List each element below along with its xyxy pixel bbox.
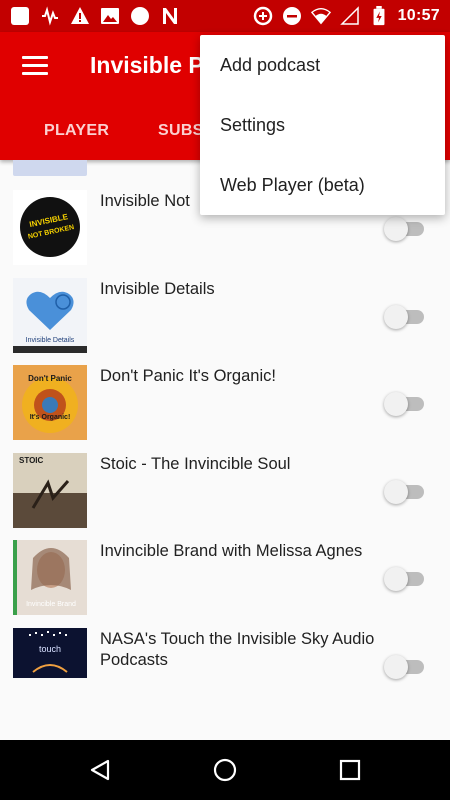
podcast-title: NASA's Touch the Invisible Sky Audio Pod…	[100, 630, 375, 669]
podcast-thumbnail[interactable]: Invincible Brand	[13, 540, 87, 615]
menu-item-add-podcast[interactable]: Add podcast	[200, 35, 445, 95]
subscribe-toggle[interactable]	[384, 654, 424, 680]
subscribe-toggle[interactable]	[384, 216, 424, 242]
status-bar: 10:57	[0, 0, 450, 32]
no-signal-icon	[339, 6, 359, 25]
wifi-icon	[310, 8, 331, 25]
podcast-thumbnail[interactable]: INVISIBLE NOT BROKEN	[13, 190, 87, 265]
podcast-thumbnail[interactable]: touch	[13, 628, 87, 678]
menu-item-web-player[interactable]: Web Player (beta)	[200, 155, 445, 215]
podcast-title: Invincible Brand with Melissa Agnes	[100, 542, 363, 560]
circle-icon	[131, 7, 149, 25]
navigation-bar	[0, 740, 450, 800]
podcast-title: Invisible Details	[100, 280, 215, 298]
svg-text:Invincible Brand: Invincible Brand	[26, 601, 76, 608]
podcast-thumbnail[interactable]	[13, 160, 87, 176]
podcast-row[interactable]: Don't Panic It's Organic! Don't Panic It…	[0, 365, 450, 452]
audio-wave-icon	[42, 6, 58, 26]
podcast-row[interactable]: Invisible Details Invisible Details	[0, 278, 450, 365]
battery-charging-icon	[373, 6, 385, 26]
podcast-thumbnail[interactable]: STOIC	[13, 453, 87, 528]
image-icon	[101, 8, 119, 24]
n-app-icon	[163, 8, 177, 24]
app-title: Invisible P	[90, 52, 204, 78]
subscribe-toggle[interactable]	[384, 304, 424, 330]
subscribe-toggle[interactable]	[384, 391, 424, 417]
recents-icon[interactable]	[339, 759, 361, 781]
overflow-menu: Add podcast Settings Web Player (beta)	[200, 35, 445, 215]
status-time: 10:57	[397, 7, 440, 24]
podcast-title: Stoic - The Invincible Soul	[100, 455, 291, 473]
svg-text:It's Organic!: It's Organic!	[30, 414, 71, 421]
podcast-title: Don't Panic It's Organic!	[100, 367, 276, 385]
menu-item-settings[interactable]: Settings	[200, 95, 445, 155]
podcast-row[interactable]: touch NASA's Touch the Invisible Sky Aud…	[0, 628, 450, 715]
subscribe-toggle[interactable]	[384, 566, 424, 592]
svg-text:Don't Panic: Don't Panic	[28, 374, 72, 383]
do-not-disturb-icon	[282, 7, 301, 25]
data-saver-icon	[253, 6, 272, 26]
svg-text:STOIC: STOIC	[19, 456, 44, 465]
podcast-row[interactable]: Invincible Brand Invincible Brand with M…	[0, 540, 450, 627]
podcast-thumbnail[interactable]: Invisible Details	[13, 278, 87, 353]
tab-player[interactable]: PLAYER	[44, 122, 109, 140]
podcast-thumbnail[interactable]: Don't Panic It's Organic!	[13, 365, 87, 440]
warning-icon	[71, 7, 89, 24]
svg-text:Invisible Details: Invisible Details	[26, 337, 75, 344]
podcast-list[interactable]: INVISIBLE NOT BROKEN Invisible Not Invis…	[0, 160, 450, 740]
app-square-icon	[11, 7, 29, 25]
hamburger-menu-icon[interactable]	[22, 56, 48, 76]
back-icon[interactable]	[89, 759, 111, 781]
svg-text:touch: touch	[39, 644, 61, 654]
home-icon[interactable]	[213, 758, 237, 782]
subscribe-toggle[interactable]	[384, 479, 424, 505]
podcast-row[interactable]: STOIC Stoic - The Invincible Soul	[0, 453, 450, 540]
tab-subscriptions[interactable]: SUBS	[158, 122, 204, 140]
